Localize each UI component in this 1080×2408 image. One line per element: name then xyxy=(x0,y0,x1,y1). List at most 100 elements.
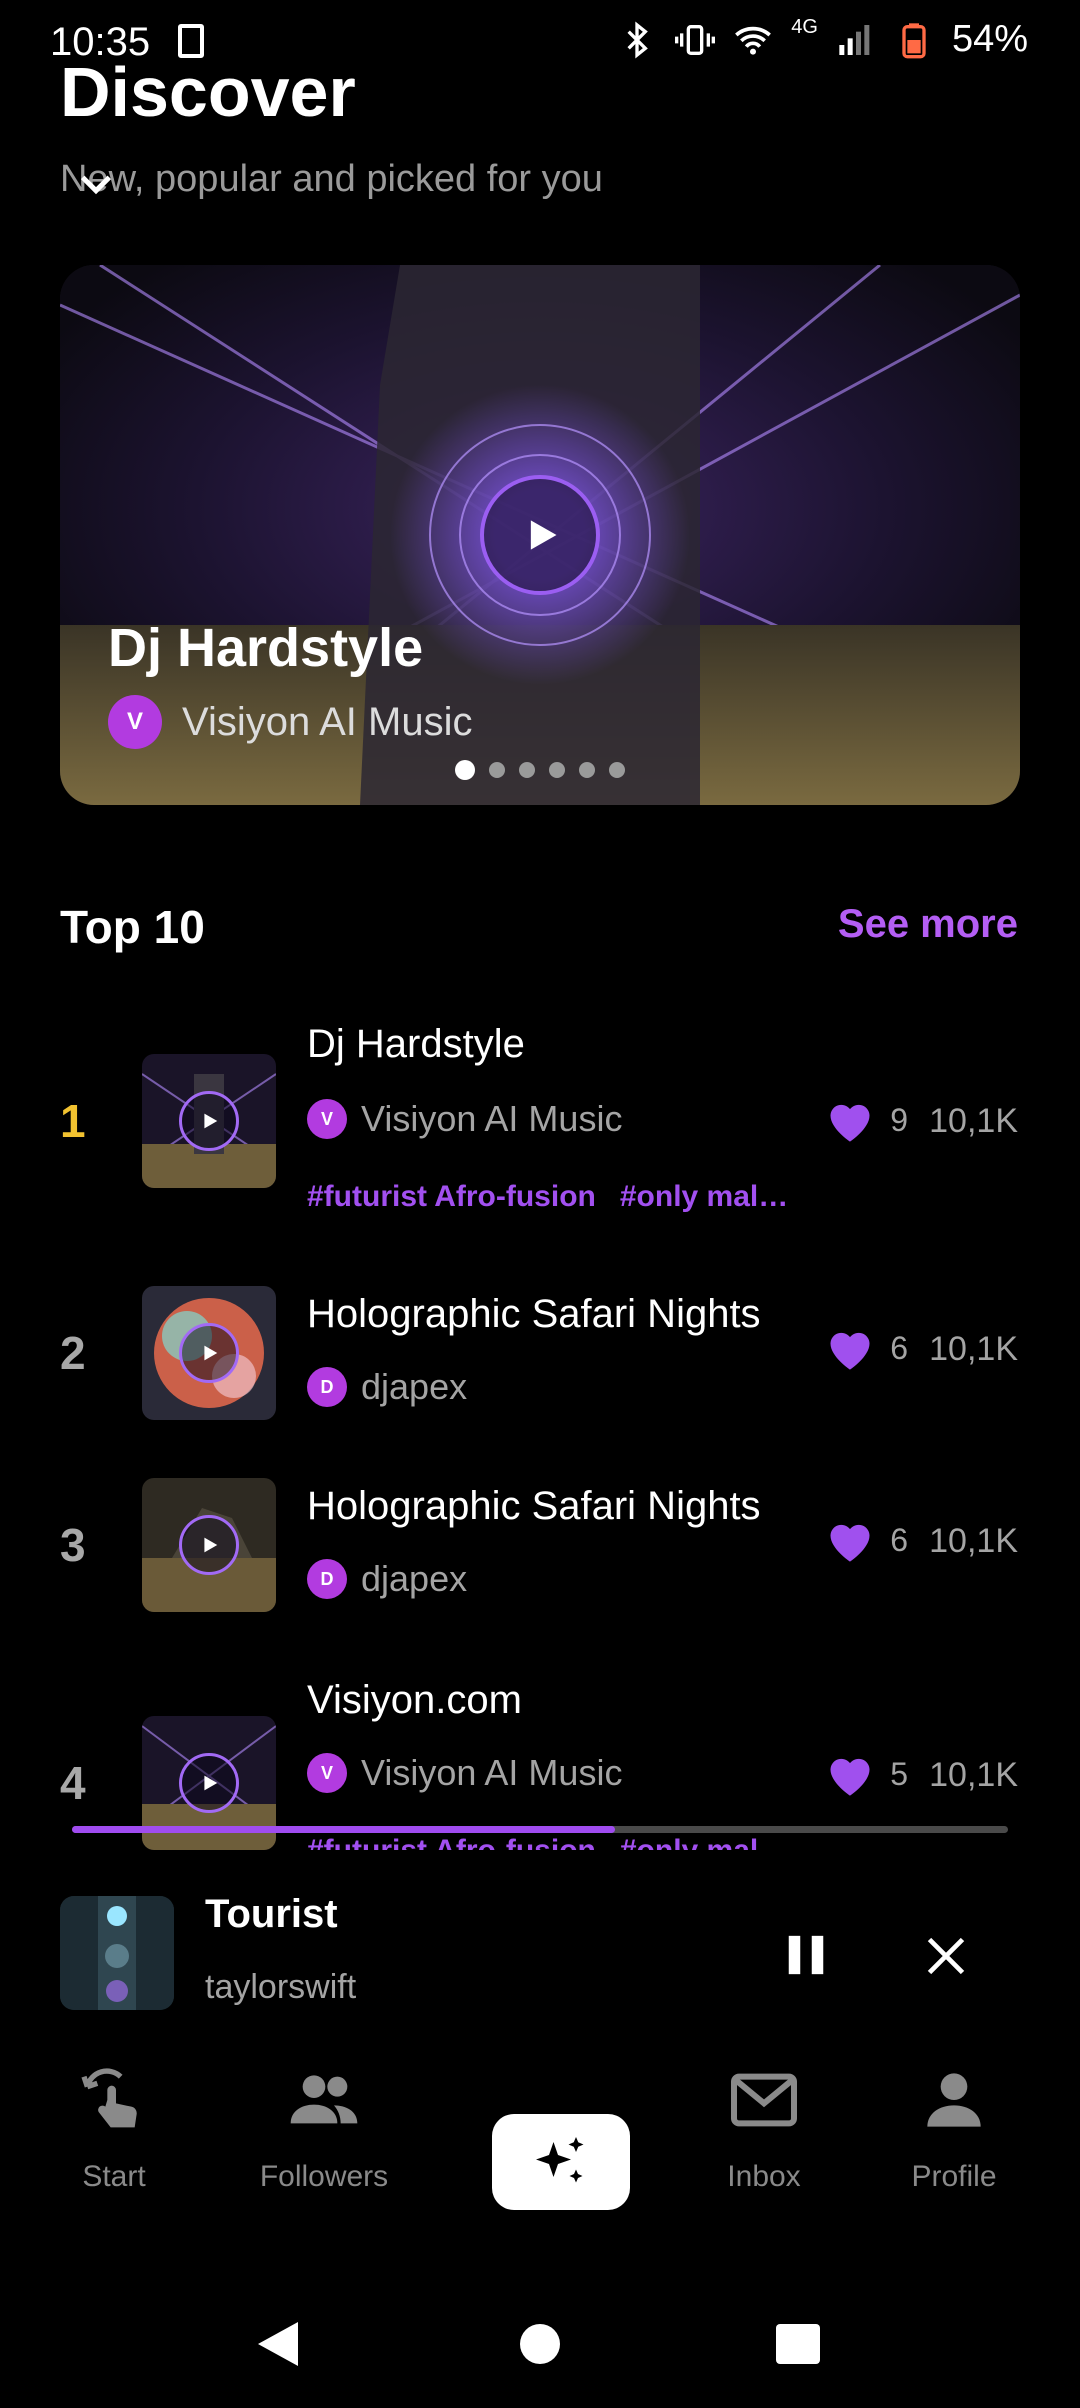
like-count: 9 xyxy=(890,1101,908,1138)
top10-heading: Top 10 xyxy=(60,901,205,953)
featured-track-card[interactable]: Dj Hardstyle V Visiyon AI Music xyxy=(60,265,1020,805)
play-count: 10,1K xyxy=(929,1522,1018,1560)
heart-icon xyxy=(830,1332,870,1370)
see-more-link[interactable]: See more xyxy=(838,902,1018,947)
track-rank: 3 xyxy=(60,1519,86,1571)
artist-avatar: V xyxy=(108,695,162,749)
artist-avatar: V xyxy=(307,1753,347,1793)
now-playing-title: Tourist xyxy=(205,1892,338,1936)
page-subtitle: New, popular and picked for you xyxy=(60,158,603,200)
bluetooth-icon xyxy=(627,21,649,58)
bottom-navigation: Start Followers Inbox Profile xyxy=(0,2060,1080,2260)
heart-icon xyxy=(830,1758,870,1796)
create-ai-button[interactable] xyxy=(492,2114,630,2210)
signal-icon xyxy=(839,24,870,55)
nav-label: Start xyxy=(82,2160,146,2193)
track-artist[interactable]: V Visiyon AI Music xyxy=(307,1752,622,1794)
featured-play-button[interactable] xyxy=(480,475,600,595)
play-count: 10,1K xyxy=(929,1330,1018,1368)
mini-player[interactable]: Tourist taylorswift xyxy=(0,1850,1080,2050)
battery-icon xyxy=(902,22,926,58)
carousel-dot[interactable] xyxy=(519,762,535,778)
track-title: Holographic Safari Nights xyxy=(307,1484,761,1528)
featured-artist-name: Visiyon AI Music xyxy=(182,699,473,744)
track-tags: #futurist Afro-fusion #only mal… xyxy=(307,1180,788,1214)
person-icon xyxy=(927,2073,981,2127)
track-title: Visiyon.com xyxy=(307,1678,522,1722)
artist-avatar: D xyxy=(307,1559,347,1599)
carousel-dot[interactable] xyxy=(549,762,565,778)
playback-progress-bar[interactable] xyxy=(72,1826,1008,1833)
play-count: 10,1K xyxy=(929,1756,1018,1794)
nav-profile[interactable]: Profile xyxy=(854,2060,1054,2194)
nav-inbox[interactable]: Inbox xyxy=(664,2060,864,2194)
track-artwork[interactable] xyxy=(142,1054,276,1188)
battery-level: 54% xyxy=(951,18,1028,60)
track-artwork[interactable] xyxy=(142,1286,276,1420)
track-play-button[interactable] xyxy=(179,1515,239,1575)
featured-artist[interactable]: V Visiyon AI Music xyxy=(108,695,473,749)
play-icon xyxy=(204,1775,218,1791)
track-artwork[interactable] xyxy=(142,1478,276,1612)
back-icon[interactable] xyxy=(258,2322,298,2366)
track-play-button[interactable] xyxy=(179,1753,239,1813)
artist-name: Visiyon AI Music xyxy=(361,1098,623,1139)
close-icon[interactable] xyxy=(924,1934,968,1978)
now-playing-artist: taylorswift xyxy=(205,1968,357,2006)
artist-name: Visiyon AI Music xyxy=(361,1752,623,1793)
carousel-dot[interactable] xyxy=(489,762,505,778)
artwork-image xyxy=(60,1896,174,2010)
track-play-button[interactable] xyxy=(179,1091,239,1151)
like-button[interactable]: 6 xyxy=(824,1324,908,1372)
carousel-dot[interactable] xyxy=(579,762,595,778)
system-navigation-bar xyxy=(258,2322,820,2366)
chevron-down-icon[interactable] xyxy=(76,164,116,204)
track-artist[interactable]: V Visiyon AI Music xyxy=(307,1098,622,1140)
artist-name: djapex xyxy=(361,1558,468,1599)
nav-label: Followers xyxy=(259,2160,389,2193)
featured-track-title: Dj Hardstyle xyxy=(108,618,424,678)
like-button[interactable]: 9 xyxy=(824,1096,908,1144)
play-icon xyxy=(530,520,557,550)
track-play-button[interactable] xyxy=(179,1323,239,1383)
nav-followers[interactable]: Followers xyxy=(224,2060,424,2194)
status-icons: 4G 54% xyxy=(617,16,1028,61)
home-icon[interactable] xyxy=(520,2324,560,2364)
track-artist[interactable]: D djapex xyxy=(307,1558,467,1600)
pause-icon[interactable] xyxy=(784,1932,828,1978)
carousel-dot[interactable] xyxy=(455,760,475,780)
recents-icon[interactable] xyxy=(776,2324,820,2364)
wifi-icon xyxy=(735,26,772,55)
now-playing-artwork[interactable] xyxy=(60,1896,174,2010)
track-rank: 1 xyxy=(60,1095,86,1147)
track-rank: 2 xyxy=(60,1327,86,1379)
people-icon xyxy=(290,2075,358,2124)
mail-icon xyxy=(731,2073,797,2127)
nav-label: Inbox xyxy=(727,2160,801,2193)
track-rank: 4 xyxy=(60,1757,86,1809)
carousel-dot[interactable] xyxy=(609,762,625,778)
heart-icon xyxy=(830,1524,870,1562)
heart-icon xyxy=(830,1104,870,1142)
like-count: 5 xyxy=(890,1755,908,1792)
nav-start[interactable]: Start xyxy=(14,2060,214,2194)
play-count: 10,1K xyxy=(929,1102,1018,1140)
tag[interactable]: #only mal… xyxy=(620,1180,788,1214)
artist-avatar: V xyxy=(307,1099,347,1139)
play-icon xyxy=(204,1113,218,1129)
carousel-dots xyxy=(455,760,625,780)
play-icon xyxy=(204,1345,218,1361)
play-icon xyxy=(204,1537,218,1553)
network-type: 4G xyxy=(791,16,818,38)
tag[interactable]: #futurist Afro-fusion xyxy=(307,1180,596,1214)
track-title: Holographic Safari Nights xyxy=(307,1292,761,1336)
artist-name: djapex xyxy=(361,1366,468,1407)
track-artist[interactable]: D djapex xyxy=(307,1366,467,1408)
swipe-hand-icon xyxy=(81,2068,137,2128)
page-title: Discover xyxy=(60,53,356,131)
vibrate-icon xyxy=(675,24,716,55)
nav-label: Profile xyxy=(911,2160,997,2193)
like-button[interactable]: 6 xyxy=(824,1516,908,1564)
playback-progress-fill xyxy=(72,1826,615,1833)
like-button[interactable]: 5 xyxy=(824,1750,908,1798)
